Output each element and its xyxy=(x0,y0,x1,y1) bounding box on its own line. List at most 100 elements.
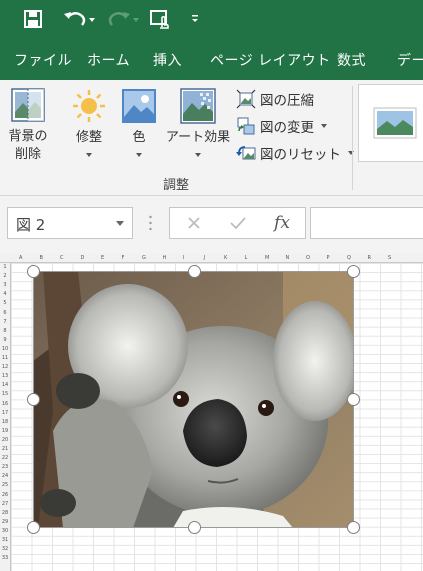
ribbon-tabs: ファイル ホーム 挿入 ページ レイアウト 数式 デー xyxy=(0,38,423,80)
resize-handle-bottom-right[interactable] xyxy=(347,521,360,534)
column-header[interactable]: K xyxy=(224,255,227,261)
column-header[interactable]: C xyxy=(60,255,64,261)
row-header[interactable]: 4 xyxy=(0,291,10,297)
column-header[interactable]: S xyxy=(388,255,391,261)
save-icon[interactable] xyxy=(22,6,44,32)
column-headers: A B C D E F G H I J K L M N O P Q R S xyxy=(0,254,423,263)
row-header[interactable]: 23 xyxy=(0,464,10,470)
row-header[interactable]: 13 xyxy=(0,373,10,379)
reset-picture-label: 図のリセット xyxy=(260,147,341,163)
confirm-entry-button[interactable] xyxy=(218,208,258,238)
cancel-entry-button[interactable] xyxy=(174,208,214,238)
formula-input[interactable] xyxy=(310,207,423,239)
row-header[interactable]: 30 xyxy=(0,528,10,534)
picture-styles-gallery[interactable] xyxy=(358,84,423,162)
row-header[interactable]: 29 xyxy=(0,519,10,525)
undo-icon[interactable] xyxy=(62,6,96,32)
row-header[interactable]: 10 xyxy=(0,346,10,352)
column-header[interactable]: E xyxy=(101,255,104,261)
column-header[interactable]: Q xyxy=(347,255,351,261)
column-header[interactable]: B xyxy=(40,255,43,261)
column-header[interactable]: P xyxy=(327,255,330,261)
tab-data[interactable]: デー xyxy=(397,50,423,70)
reset-picture-button[interactable]: 図のリセット xyxy=(236,142,354,164)
row-header[interactable]: 33 xyxy=(0,555,10,561)
chevron-down-icon[interactable] xyxy=(116,221,124,226)
row-header[interactable]: 1 xyxy=(0,264,10,270)
resize-handle-top[interactable] xyxy=(188,265,201,278)
row-header[interactable]: 15 xyxy=(0,391,10,397)
row-header[interactable]: 14 xyxy=(0,382,10,388)
change-picture-button[interactable]: 図の変更 xyxy=(236,115,327,137)
column-header[interactable]: H xyxy=(163,255,167,261)
row-header[interactable]: 22 xyxy=(0,455,10,461)
row-header[interactable]: 17 xyxy=(0,410,10,416)
column-header[interactable]: R xyxy=(368,255,371,261)
row-header[interactable]: 16 xyxy=(0,401,10,407)
tab-file[interactable]: ファイル xyxy=(14,50,72,70)
change-picture-label: 図の変更 xyxy=(260,120,314,136)
row-headers: 1 2 3 4 5 6 7 8 9 10 11 12 13 14 15 16 17 18 19 20 21 22 23 24 2… xyxy=(0,263,11,571)
column-header[interactable]: O xyxy=(306,255,310,261)
column-header[interactable]: I xyxy=(183,255,184,261)
column-header[interactable]: N xyxy=(286,255,290,261)
column-header[interactable]: G xyxy=(142,255,146,261)
color-button[interactable]: 色 xyxy=(120,88,158,157)
resize-handle-left[interactable] xyxy=(27,393,40,406)
row-header[interactable]: 28 xyxy=(0,510,10,516)
column-header[interactable]: J xyxy=(204,255,205,261)
remove-background-label-1: 背景の xyxy=(8,129,48,144)
more-options-icon[interactable] xyxy=(149,215,152,231)
row-header[interactable]: 3 xyxy=(0,282,10,288)
row-header[interactable]: 7 xyxy=(0,319,10,325)
column-header[interactable]: F xyxy=(122,255,125,261)
row-header[interactable]: 19 xyxy=(0,428,10,434)
row-header[interactable]: 12 xyxy=(0,364,10,370)
chevron-down-icon xyxy=(321,124,327,128)
insert-function-button[interactable]: fx xyxy=(262,208,302,238)
tab-page-layout[interactable]: ページ レイアウト xyxy=(210,50,331,70)
column-header[interactable]: A xyxy=(19,255,22,261)
row-header[interactable]: 8 xyxy=(0,328,10,334)
compress-pictures-button[interactable]: 図の圧縮 xyxy=(236,88,314,110)
tab-home[interactable]: ホーム xyxy=(87,50,130,70)
row-header[interactable]: 20 xyxy=(0,437,10,443)
insert-function-icon: fx xyxy=(274,213,290,233)
row-header[interactable]: 11 xyxy=(0,355,10,361)
tab-insert[interactable]: 挿入 xyxy=(153,50,182,70)
koala-picture[interactable] xyxy=(33,271,354,528)
tab-formulas[interactable]: 数式 xyxy=(337,50,366,70)
corrections-button[interactable]: 修整 xyxy=(68,88,110,157)
change-picture-icon xyxy=(237,117,255,135)
resize-handle-bottom[interactable] xyxy=(188,521,201,534)
row-header[interactable]: 27 xyxy=(0,501,10,507)
column-header[interactable]: D xyxy=(81,255,85,261)
column-header[interactable]: L xyxy=(245,255,248,261)
resize-handle-right[interactable] xyxy=(347,393,360,406)
row-header[interactable]: 24 xyxy=(0,473,10,479)
chevron-down-icon xyxy=(195,153,201,157)
row-header[interactable]: 9 xyxy=(0,337,10,343)
resize-handle-bottom-left[interactable] xyxy=(27,521,40,534)
artistic-effects-button[interactable]: アート効果 xyxy=(163,88,233,157)
redo-icon[interactable] xyxy=(106,6,140,32)
row-header[interactable]: 5 xyxy=(0,300,10,306)
column-header[interactable]: M xyxy=(265,255,269,261)
row-header[interactable]: 25 xyxy=(0,482,10,488)
touch-mode-icon[interactable] xyxy=(148,6,174,32)
row-header[interactable]: 26 xyxy=(0,492,10,498)
chevron-down-icon xyxy=(348,151,354,155)
remove-background-button[interactable]: 背景の 削除 xyxy=(6,88,50,164)
customize-qat-icon[interactable] xyxy=(190,6,200,32)
name-box[interactable]: 図 2 xyxy=(7,207,133,239)
row-header[interactable]: 32 xyxy=(0,546,10,552)
row-header[interactable]: 2 xyxy=(0,273,10,279)
resize-handle-top-right[interactable] xyxy=(347,265,360,278)
row-header[interactable]: 31 xyxy=(0,537,10,543)
color-label: 色 xyxy=(132,130,146,145)
row-header[interactable]: 6 xyxy=(0,310,10,316)
row-header[interactable]: 21 xyxy=(0,446,10,452)
compress-pictures-icon xyxy=(236,89,256,109)
row-header[interactable]: 18 xyxy=(0,419,10,425)
resize-handle-top-left[interactable] xyxy=(27,265,40,278)
